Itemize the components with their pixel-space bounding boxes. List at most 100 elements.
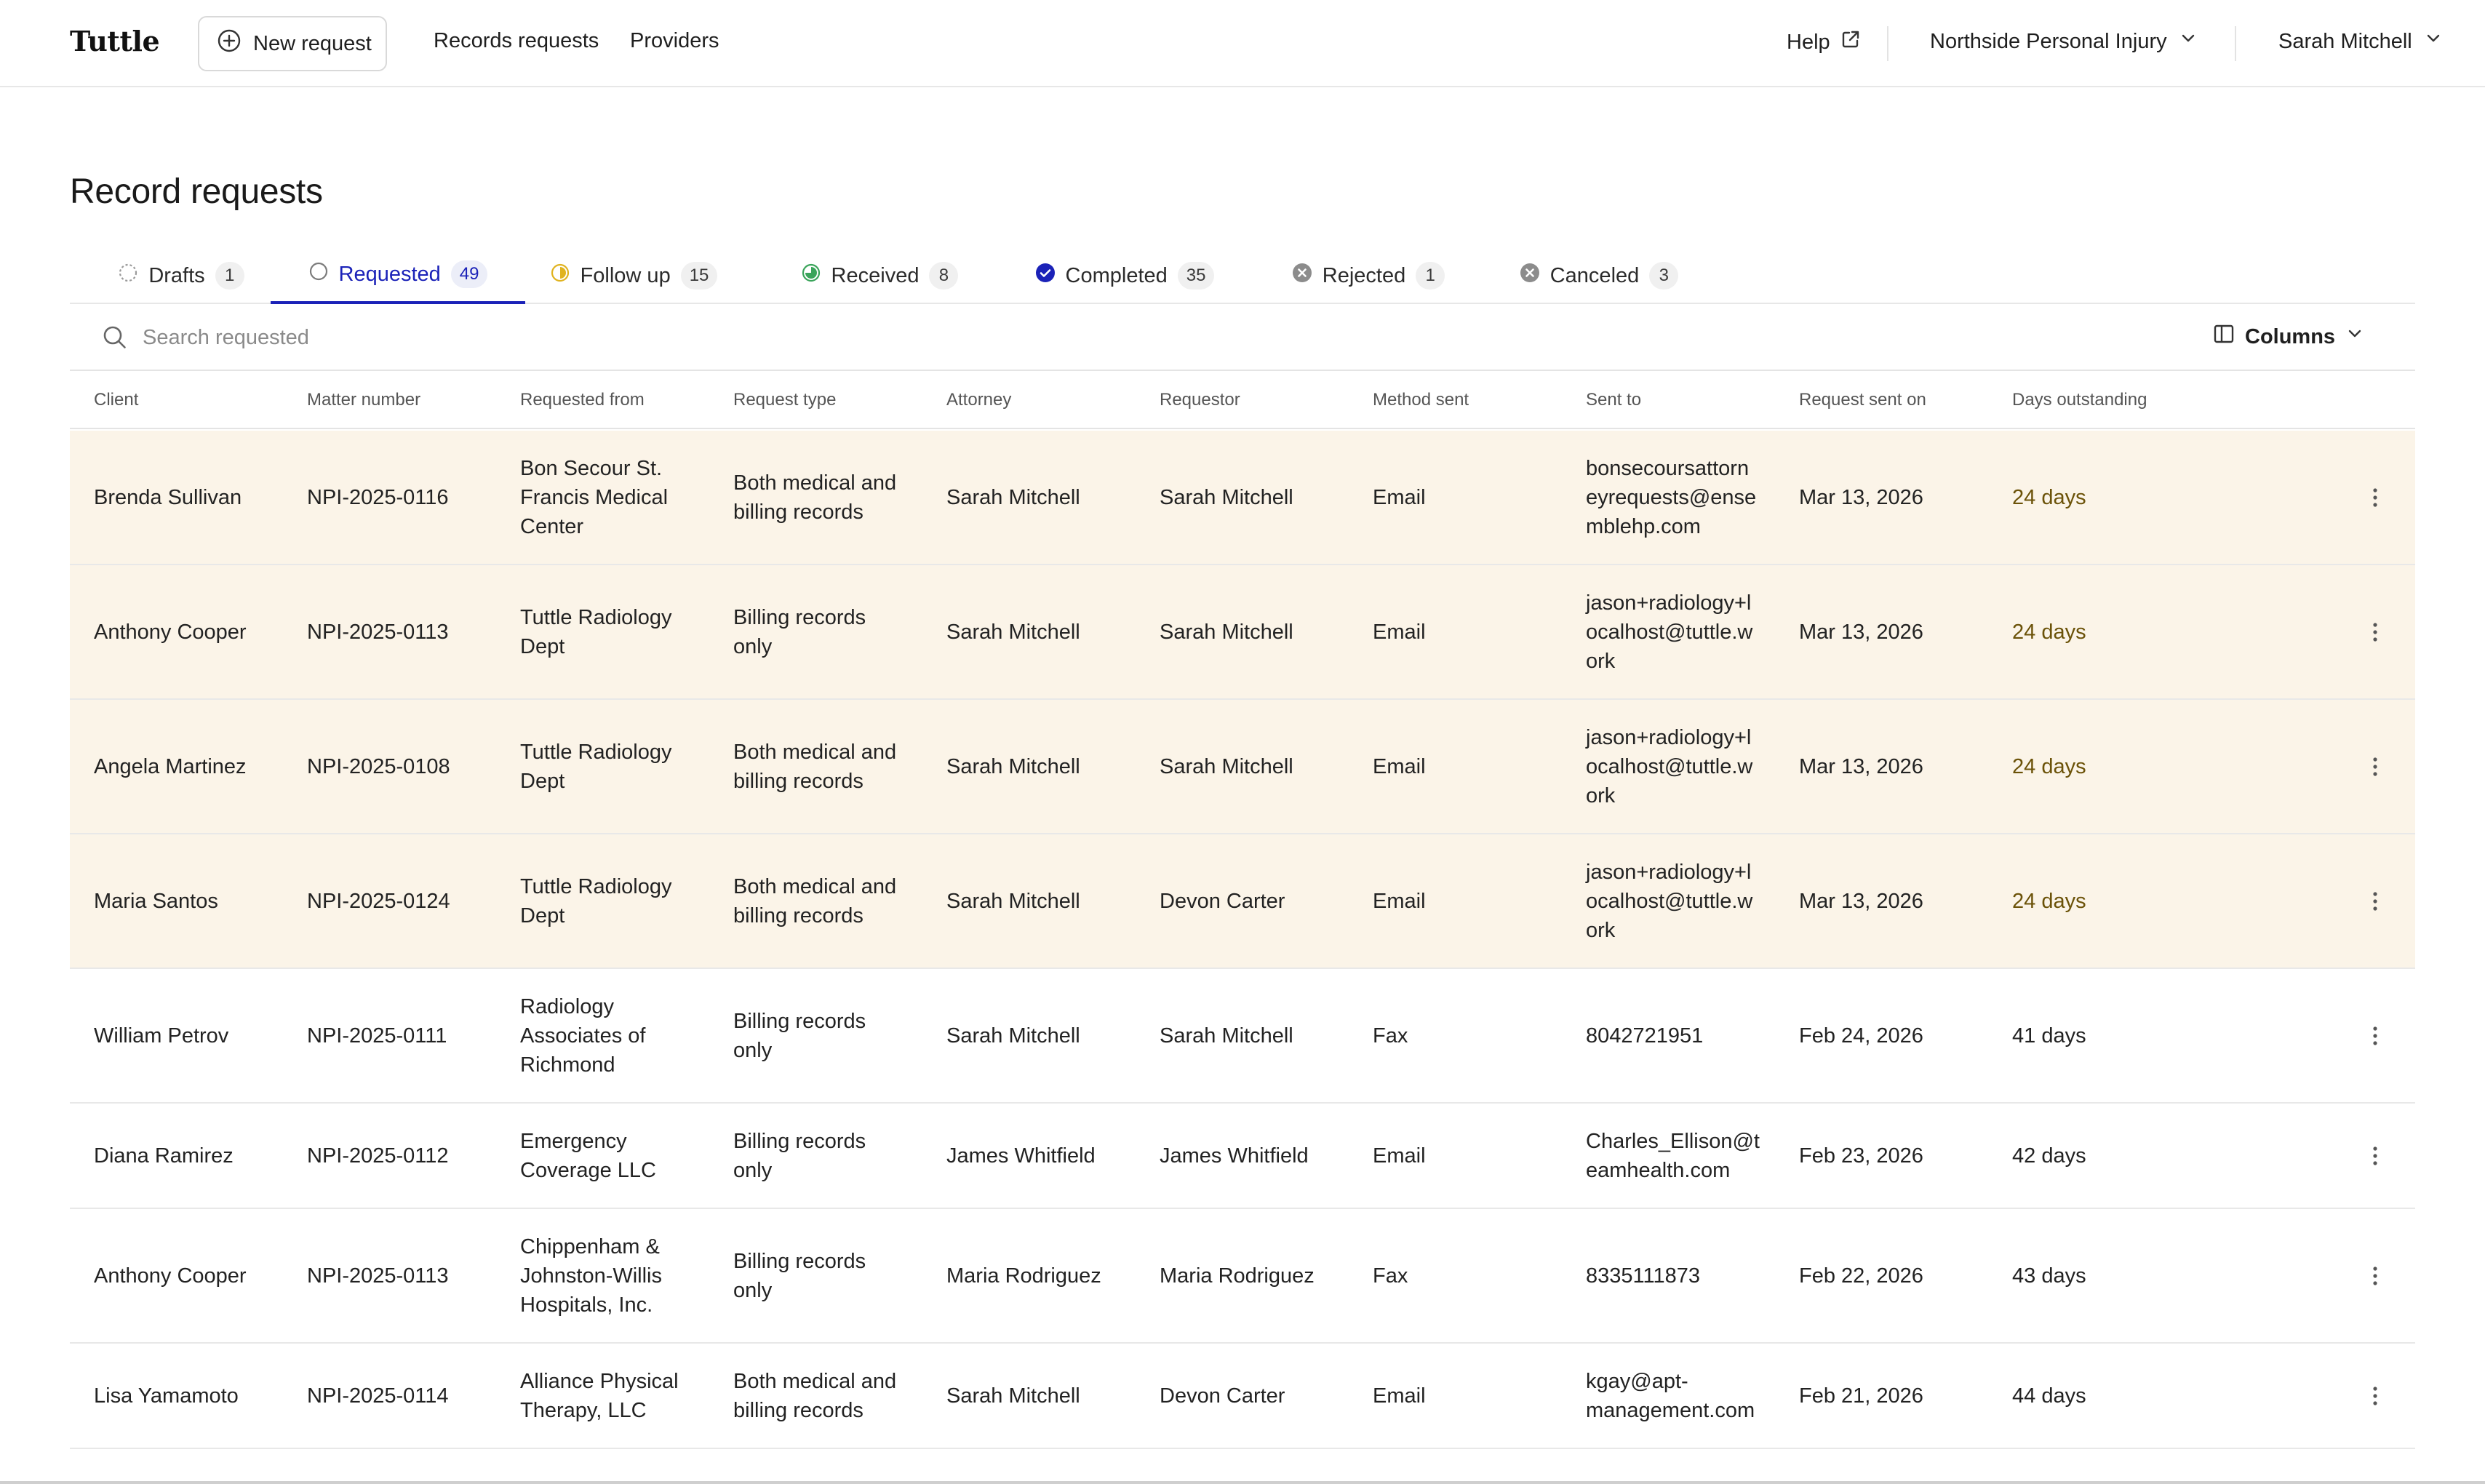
attorney-cell: James Whitfield <box>946 1104 1150 1208</box>
days-outstanding-cell-text: 44 days <box>2012 1384 2086 1408</box>
requested-from-cell-text: Chippenham & Johnston-Willis Hospitals, In… <box>520 1232 662 1320</box>
requestor-cell-text: Maria Rodriguez <box>1160 1264 1315 1288</box>
table-row[interactable]: Lisa Yamamoto NPI-2025-0114 Alliance Physi… <box>70 1344 2415 1449</box>
search-input[interactable] <box>143 322 1161 354</box>
sent-to-cell-text: kgay@apt-management.com <box>1586 1367 1755 1425</box>
row-actions-kebab-icon[interactable] <box>2372 700 2379 833</box>
sent-to-cell-text: jason+radiology+l ocalhost@tuttle.w ork <box>1586 589 1752 676</box>
table-row[interactable]: Brenda Sullivan NPI-2025-0116 Bon Secour S… <box>70 431 2415 565</box>
attorney-cell: Sarah Mitchell <box>946 565 1150 698</box>
column-header-request-type[interactable]: Request type <box>733 371 836 429</box>
requested-from-cell: Bon Secour St. Francis Medical Center <box>520 431 724 564</box>
tab-count: 15 <box>680 262 718 290</box>
column-header-attorney[interactable]: Attorney <box>946 371 1011 429</box>
days-outstanding-cell-text: 42 days <box>2012 1144 2086 1168</box>
tab-received[interactable]: Received 8 <box>793 247 966 304</box>
column-header-client[interactable]: Client <box>94 371 138 429</box>
row-actions-kebab-icon[interactable] <box>2372 431 2379 564</box>
table-row[interactable]: Maria Santos NPI-2025-0124 Tuttle Radiolog… <box>70 834 2415 969</box>
tab-completed[interactable]: Completed 35 <box>1021 247 1228 304</box>
request-sent-on-cell: Feb 21, 2026 <box>1799 1344 2003 1448</box>
column-header-sent-on[interactable]: Request sent on <box>1799 371 1926 429</box>
client-cell: Anthony Cooper <box>94 565 298 698</box>
matter-number-cell-text: NPI-2025-0113 <box>307 1264 449 1288</box>
sent-to-cell: bonsecoursattorn eyrequests@ense mblehp.co… <box>1586 431 1790 564</box>
client-cell-text: Anthony Cooper <box>94 620 247 644</box>
request-type-cell-text: Both medical and billing records <box>733 1367 896 1425</box>
table-row[interactable]: Anthony Cooper NPI-2025-0113 Chippenham & J… <box>70 1209 2415 1344</box>
attorney-cell: Maria Rodriguez <box>946 1209 1150 1342</box>
column-header-method[interactable]: Method sent <box>1373 371 1469 429</box>
attorney-cell: Sarah Mitchell <box>946 431 1150 564</box>
days-outstanding-cell: 43 days <box>2012 1209 2216 1342</box>
attorney-cell: Sarah Mitchell <box>946 1344 1150 1448</box>
requested-from-cell-text: Tuttle Radiology Dept <box>520 872 671 930</box>
request-type-cell: Both medical and billing records <box>733 834 937 968</box>
column-header-matter[interactable]: Matter number <box>307 371 420 429</box>
row-actions-kebab-icon[interactable] <box>2372 1209 2379 1342</box>
cell-line: Dept <box>520 634 565 658</box>
requested-from-cell: Tuttle Radiology Dept <box>520 565 724 698</box>
cell-line: only <box>733 1038 773 1062</box>
requested-from-cell: Chippenham & Johnston-Willis Hospitals, In… <box>520 1209 724 1342</box>
column-header-sent-to[interactable]: Sent to <box>1586 371 1641 429</box>
tab-rejected[interactable]: Rejected 1 <box>1276 247 1461 304</box>
cell-line: 8335111873 <box>1586 1264 1700 1288</box>
tab-requested[interactable]: Requested 49 <box>271 247 525 304</box>
method-sent-cell-text: Email <box>1373 1144 1426 1168</box>
table-row[interactable]: Diana Ramirez NPI-2025-0112 Emergency Cover… <box>70 1104 2415 1209</box>
cell-line: billing records <box>733 500 863 524</box>
brand-logo[interactable]: Tuttle <box>70 25 160 57</box>
cell-line: ork <box>1586 783 1616 807</box>
column-header-days-outstanding[interactable]: Days outstanding <box>2012 371 2147 429</box>
cell-line: Center <box>520 514 584 538</box>
row-actions-kebab-icon[interactable] <box>2372 1344 2379 1448</box>
request-sent-on-cell: Mar 13, 2026 <box>1799 565 2003 698</box>
cell-line: Tuttle Radiology <box>520 874 672 898</box>
table-row[interactable]: William Petrov NPI-2025-0111 Radiology Asso… <box>70 969 2415 1104</box>
cell-line: Johnston-Willis <box>520 1264 662 1288</box>
days-outstanding-cell: 44 days <box>2012 1344 2216 1448</box>
client-cell-text: Diana Ramirez <box>94 1144 234 1168</box>
new-request-button[interactable]: New request <box>198 16 387 71</box>
request-type-cell: Both medical and billing records <box>733 431 937 564</box>
sent-to-cell-text: 8335111873 <box>1586 1261 1700 1290</box>
row-actions-kebab-icon[interactable] <box>2372 565 2379 698</box>
cell-line: Billing records <box>733 1009 866 1033</box>
table-toolbar: Columns <box>70 304 2415 371</box>
requested-from-cell-text: Bon Secour St. Francis Medical Center <box>520 454 668 541</box>
requestor-cell-text: Sarah Mitchell <box>1160 1024 1293 1048</box>
client-cell: Anthony Cooper <box>94 1209 298 1342</box>
half-circle-icon <box>550 263 570 289</box>
cell-line: Billing records <box>733 605 866 629</box>
column-header-requestor[interactable]: Requestor <box>1160 371 1240 429</box>
nav-providers[interactable]: Providers <box>630 29 719 53</box>
requested-from-cell-text: Alliance Physical Therapy, LLC <box>520 1367 679 1425</box>
nav-records-requests[interactable]: Records requests <box>434 29 599 53</box>
method-sent-cell: Fax <box>1373 1209 1576 1342</box>
chevron-down-icon <box>2179 29 2198 54</box>
row-actions-kebab-icon[interactable] <box>2372 969 2379 1102</box>
requestor-cell-text: James Whitfield <box>1160 1144 1309 1168</box>
column-header-requested-from[interactable]: Requested from <box>520 371 645 429</box>
method-sent-cell: Email <box>1373 565 1576 698</box>
user-dropdown[interactable]: Sarah Mitchell <box>2278 29 2443 54</box>
attorney-cell-text: Sarah Mitchell <box>946 889 1080 913</box>
cell-line: Both medical and <box>733 740 897 764</box>
organization-dropdown[interactable]: Northside Personal Injury <box>1930 29 2198 54</box>
row-actions-kebab-icon[interactable] <box>2372 834 2379 968</box>
help-link[interactable]: Help <box>1787 29 1861 55</box>
columns-button[interactable]: Columns <box>2213 323 2364 351</box>
method-sent-cell: Fax <box>1373 969 1576 1102</box>
method-sent-cell-text: Email <box>1373 620 1426 644</box>
table-row[interactable]: Angela Martinez NPI-2025-0108 Tuttle Radio… <box>70 700 2415 834</box>
tab-canceled[interactable]: Canceled 3 <box>1506 247 1692 304</box>
empty-circle-icon <box>308 261 329 287</box>
table-row[interactable]: Anthony Cooper NPI-2025-0113 Tuttle Radiol… <box>70 565 2415 700</box>
tab-drafts[interactable]: Drafts 1 <box>96 247 266 304</box>
external-link-icon <box>1840 29 1861 55</box>
row-actions-kebab-icon[interactable] <box>2372 1104 2379 1208</box>
request-type-cell-text: Both medical and billing records <box>733 468 896 527</box>
tab-count: 8 <box>929 262 959 290</box>
tab-follow-up[interactable]: Follow up 15 <box>541 247 726 304</box>
